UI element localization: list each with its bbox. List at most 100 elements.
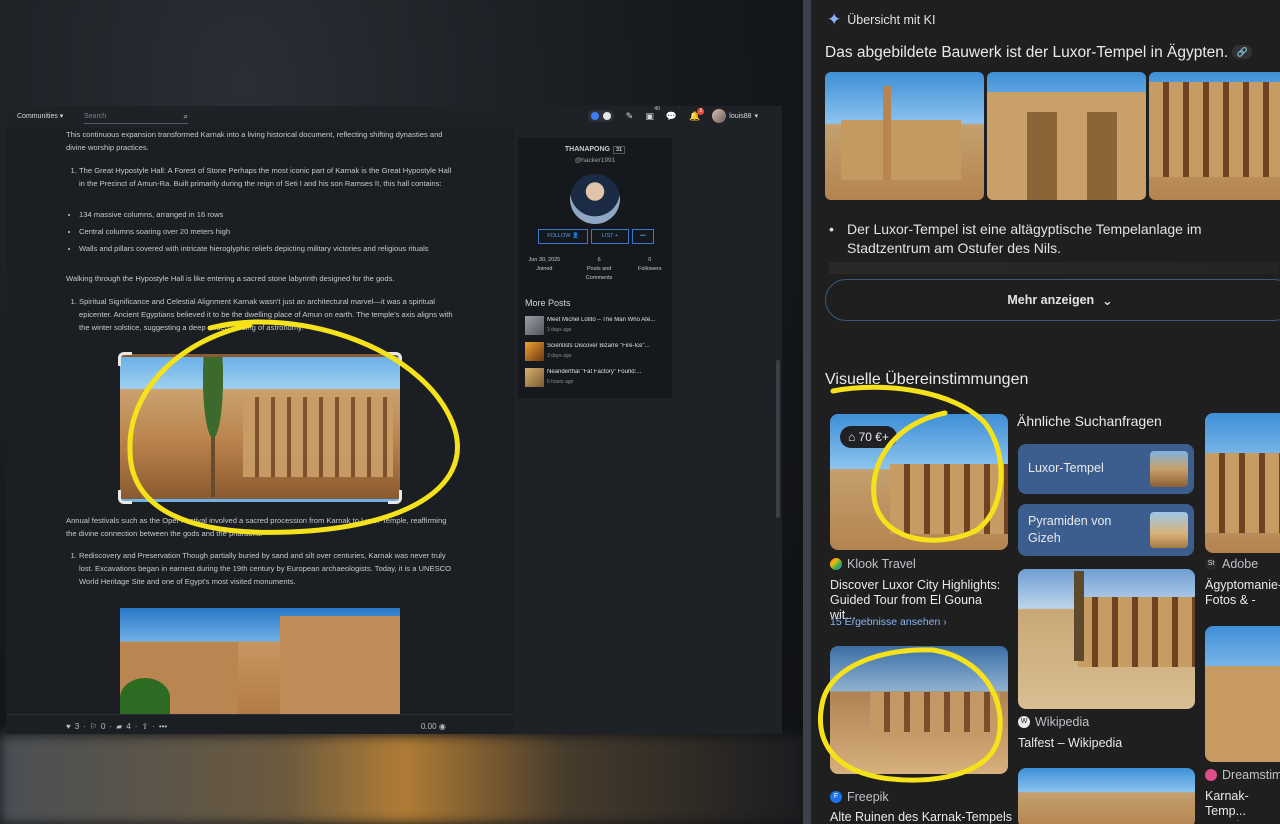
result-image-freepik[interactable] xyxy=(830,646,1008,774)
more-options-button[interactable]: ••• xyxy=(632,229,654,244)
colonnade xyxy=(243,397,393,477)
ai-overview-header: ✦ Übersicht mit KI xyxy=(827,10,935,30)
result-image-dreamstime[interactable] xyxy=(1205,626,1280,762)
result-image-adobe[interactable] xyxy=(1205,413,1280,553)
tree xyxy=(120,678,170,718)
joined-label: Joined xyxy=(536,266,553,272)
post-age: 3 days ago xyxy=(547,327,572,333)
author-avatar[interactable] xyxy=(570,174,620,224)
palm-trunk xyxy=(1074,571,1084,661)
numbered-list: Spiritual Significance and Celestial Ali… xyxy=(66,295,458,334)
author-name[interactable]: THANAPONG xyxy=(565,146,610,153)
bullet-list: 134 massive columns, arranged in 16 rows… xyxy=(66,208,458,255)
ai-image-luxor-obelisk[interactable] xyxy=(825,72,984,200)
search-icon[interactable]: ⌕ xyxy=(184,112,188,122)
heart-icon[interactable]: ♥ xyxy=(66,720,71,733)
theme-toggle[interactable] xyxy=(587,110,614,122)
ai-bullet: • Der Luxor-Tempel ist eine altägyptisch… xyxy=(829,220,1280,258)
result-title[interactable]: Alte Ruinen des Karnak-Tempels xyxy=(830,810,1020,824)
list-item: Spiritual Significance and Celestial Ali… xyxy=(79,295,458,334)
ai-image-luxor-statues[interactable] xyxy=(987,72,1146,200)
result-source[interactable]: W Wikipedia xyxy=(1018,715,1089,729)
list-item: Walls and pillars covered with intricate… xyxy=(79,242,458,255)
more-posts-item[interactable]: Neanderthal "Fat Factory" Found:... 6 ho… xyxy=(525,368,670,390)
statue xyxy=(1087,112,1117,200)
chat-icon[interactable]: 💬 xyxy=(666,111,677,122)
colonnade xyxy=(890,464,1008,534)
more-icon[interactable]: ••• xyxy=(159,720,167,733)
chip-label: Pyramiden von Gizeh xyxy=(1028,514,1112,545)
post-title: Scientists Discover Bizarre "Fire-Ice"..… xyxy=(547,343,650,349)
share-icon[interactable]: ⇪ xyxy=(141,720,148,733)
more-posts-item[interactable]: Scientists Discover Bizarre "Fire-Ice"..… xyxy=(525,342,670,364)
see-results-link[interactable]: 15 Ergebnisse ansehen › xyxy=(830,616,947,628)
wallet-icon[interactable]: ▣ 40 xyxy=(645,106,660,122)
pencil-icon[interactable]: ✎ xyxy=(626,111,634,122)
post-title: Neanderthal "Fat Factory" Found:... xyxy=(547,369,642,375)
tag-icon: ⌂ xyxy=(848,430,856,444)
similar-searches-heading: Ähnliche Suchanfragen xyxy=(1017,413,1162,429)
downvote-icon[interactable]: ⚐ xyxy=(90,720,97,733)
joined-date: Jun 30, 2025 xyxy=(528,257,561,263)
list-item: Central columns soaring over 20 meters h… xyxy=(79,225,458,238)
crop-corner-icon[interactable] xyxy=(118,352,132,366)
wikipedia-icon: W xyxy=(1018,716,1030,728)
followers-label: Followers xyxy=(638,266,662,272)
comment-icon[interactable]: ▰ xyxy=(116,720,122,733)
result-source[interactable]: Klook Travel xyxy=(830,557,916,571)
faded-content xyxy=(829,262,1279,274)
similar-chip-pyramids[interactable]: Pyramiden von Gizeh xyxy=(1018,504,1194,556)
crop-corner-icon[interactable] xyxy=(388,352,402,366)
result-title[interactable]: Ägyptomanie-... Fotos & -Vide... xyxy=(1205,578,1280,608)
freepik-icon: F xyxy=(830,791,842,803)
post-body: This continuous expansion transformed Ka… xyxy=(6,128,514,734)
post-thumbnail xyxy=(525,342,544,361)
payout[interactable]: 0.00 ◉ xyxy=(421,720,446,733)
follow-button[interactable]: FOLLOW 👤 xyxy=(538,229,588,244)
visual-matches-heading: Visuelle Übereinstimmungen xyxy=(825,371,1029,388)
adobe-icon: St xyxy=(1205,558,1217,570)
list-item: 134 massive columns, arranged in 16 rows xyxy=(79,208,458,221)
crop-corner-icon[interactable] xyxy=(388,490,402,504)
split-view-divider[interactable] xyxy=(803,0,811,824)
result-image-wikipedia[interactable] xyxy=(1018,569,1195,709)
communities-menu[interactable]: Communities ▾ xyxy=(17,112,63,120)
link-icon[interactable]: 🔗 xyxy=(1232,45,1253,59)
chevron-down-icon: ⌄ xyxy=(1102,293,1113,308)
statue xyxy=(1027,112,1057,200)
bell-icon[interactable]: 🔔 3 xyxy=(689,107,705,122)
scrollbar[interactable] xyxy=(776,360,780,518)
numbered-list: The Great Hypostyle Hall: A Forest of St… xyxy=(66,164,458,190)
result-source[interactable]: Dreamstime xyxy=(1205,768,1280,782)
paragraph: Annual festivals such as the Opet Festiv… xyxy=(66,516,447,538)
numbered-list: Rediscovery and Preservation Though part… xyxy=(66,549,458,588)
search-input[interactable]: Search ⌕ xyxy=(84,110,188,124)
ai-answer-text: Das abgebildete Bauwerk ist der Luxor-Te… xyxy=(825,44,1229,61)
avatar xyxy=(712,109,727,123)
vote-count[interactable]: 3 xyxy=(75,720,79,733)
source-name: Dreamstime xyxy=(1222,768,1280,782)
more-posts-item[interactable]: Meet Michel Lotito – The Man Who Ate... … xyxy=(525,316,670,338)
list-button[interactable]: LIST + xyxy=(591,229,629,244)
result-source[interactable]: F Freepik xyxy=(830,790,889,804)
coin-icon: ◉ xyxy=(438,722,446,731)
karnak-pylon-image[interactable] xyxy=(120,608,400,718)
show-more-button[interactable]: Mehr anzeigen ⌄ xyxy=(825,279,1280,321)
posts-label: Posts and Comments xyxy=(585,266,613,281)
author-stats: Jun 30, 2025 Joined 6 Posts and Comments 0… xyxy=(518,256,672,283)
result-title[interactable]: Karnak-Temp... Luxuriösem Ä... xyxy=(1205,789,1280,821)
user-menu[interactable]: louis88 ▾ xyxy=(712,109,758,123)
result-source[interactable]: St Adobe xyxy=(1205,557,1258,571)
crop-corner-icon[interactable] xyxy=(118,490,132,504)
ai-image-luxor-colonnade[interactable] xyxy=(1149,72,1280,200)
ai-overview-title: Übersicht mit KI xyxy=(847,13,936,27)
karnak-hypostyle-image[interactable] xyxy=(120,354,400,502)
pylon xyxy=(280,616,400,718)
result-image-klook[interactable]: ⌂ 70 €+ xyxy=(830,414,1008,550)
result-image-next[interactable] xyxy=(1018,768,1195,824)
post-thumbnail xyxy=(525,368,544,387)
similar-chip-luxor[interactable]: Luxor-Tempel xyxy=(1018,444,1194,494)
result-title[interactable]: Talfest – Wikipedia xyxy=(1018,736,1198,751)
more-posts-panel: More Posts Meet Michel Lotito – The Man … xyxy=(518,294,672,398)
post-title: Meet Michel Lotito – The Man Who Ate... xyxy=(547,317,656,323)
